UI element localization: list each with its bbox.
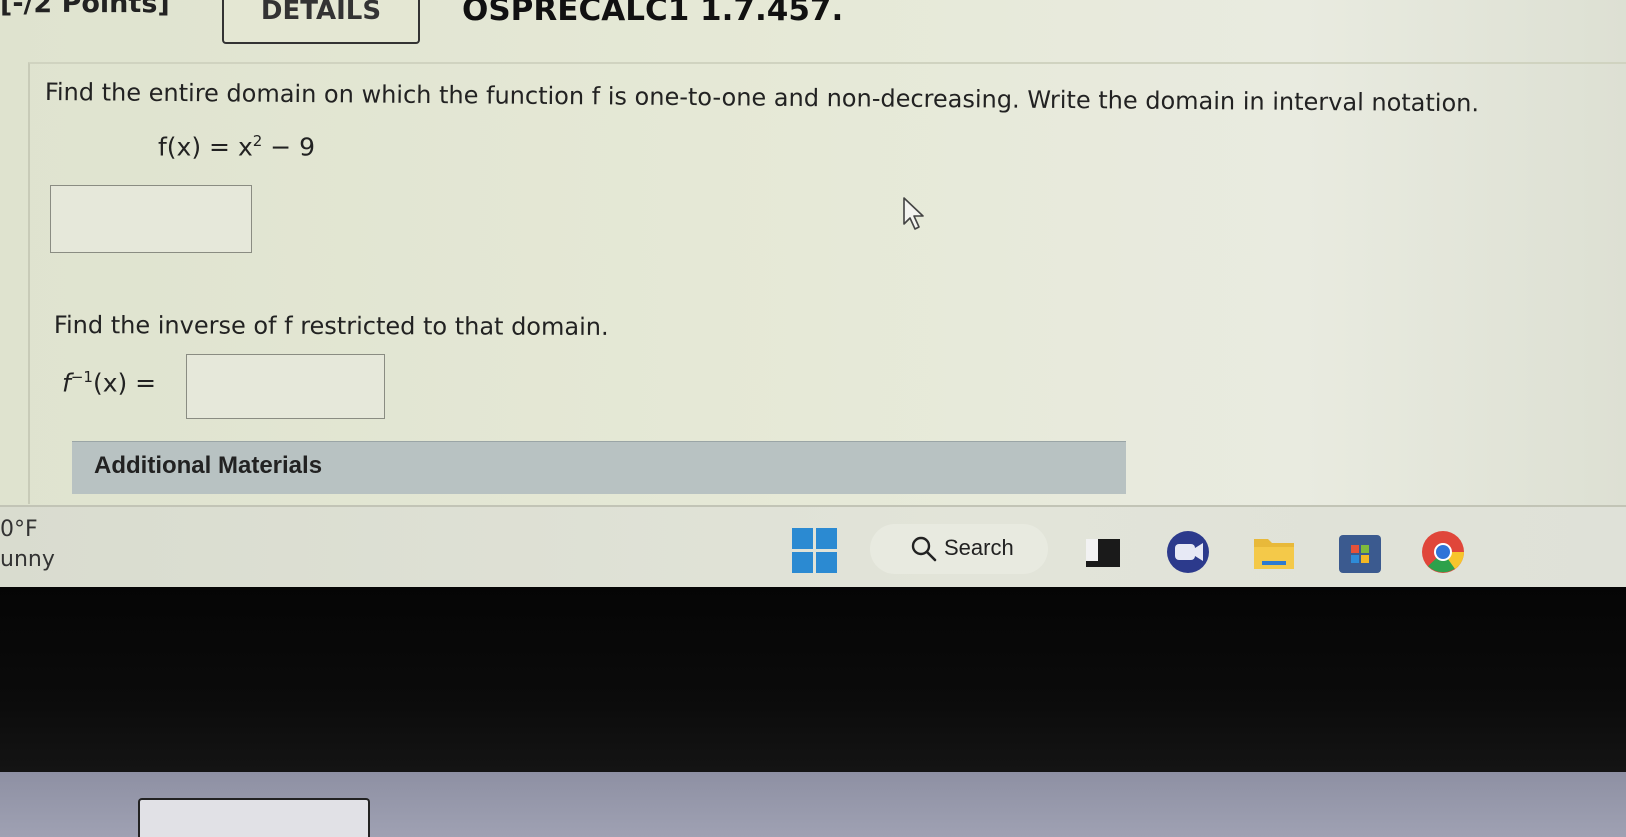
search-label: Search [944, 535, 1014, 560]
laptop-tab [138, 798, 370, 837]
function-rhs: − 9 [262, 132, 316, 162]
points-label: [-/2 Points] [0, 0, 170, 19]
function-exponent: 2 [252, 132, 263, 150]
question-panel [28, 62, 1626, 504]
microsoft-store-icon[interactable] [1337, 529, 1383, 575]
taskbar-search-box[interactable]: Search [870, 524, 1048, 574]
windows-start-icon[interactable] [792, 528, 838, 574]
search-icon [911, 536, 937, 562]
meet-now-icon[interactable] [1165, 529, 1211, 575]
inverse-f: f [62, 368, 71, 398]
question-prompt-inverse: Find the inverse of f restricted to that… [53, 311, 609, 341]
inverse-answer-input[interactable] [186, 354, 385, 419]
weather-temperature[interactable]: 0°F [0, 517, 38, 542]
browser-viewport: [-/2 Points] DETAILS OSPRECALC1 1.7.457.… [0, 0, 1626, 505]
inverse-exponent: −1 [70, 368, 93, 386]
inverse-rhs: (x) = [92, 368, 157, 398]
inverse-label: f−1(x) = [62, 368, 156, 397]
function-lhs: f(x) = x [158, 132, 253, 162]
weather-description[interactable]: unny [0, 547, 55, 572]
additional-materials-label: Additional Materials [94, 452, 323, 479]
additional-materials-bar[interactable]: Additional Materials [72, 441, 1126, 494]
problem-id: OSPRECALC1 1.7.457. [462, 0, 844, 28]
windows-taskbar: 0°F unny Search [0, 505, 1626, 593]
mouse-pointer-icon [903, 197, 924, 230]
question-header: [-/2 Points] DETAILS OSPRECALC1 1.7.457. [0, 0, 1626, 62]
file-explorer-dark-icon[interactable] [1082, 529, 1128, 575]
laptop-bezel [0, 587, 1626, 772]
details-button[interactable]: DETAILS [222, 0, 420, 44]
file-explorer-icon[interactable] [1251, 529, 1297, 575]
domain-answer-input[interactable] [50, 185, 252, 253]
chrome-icon[interactable] [1420, 529, 1466, 575]
function-definition: f(x) = x2 − 9 [158, 132, 315, 161]
